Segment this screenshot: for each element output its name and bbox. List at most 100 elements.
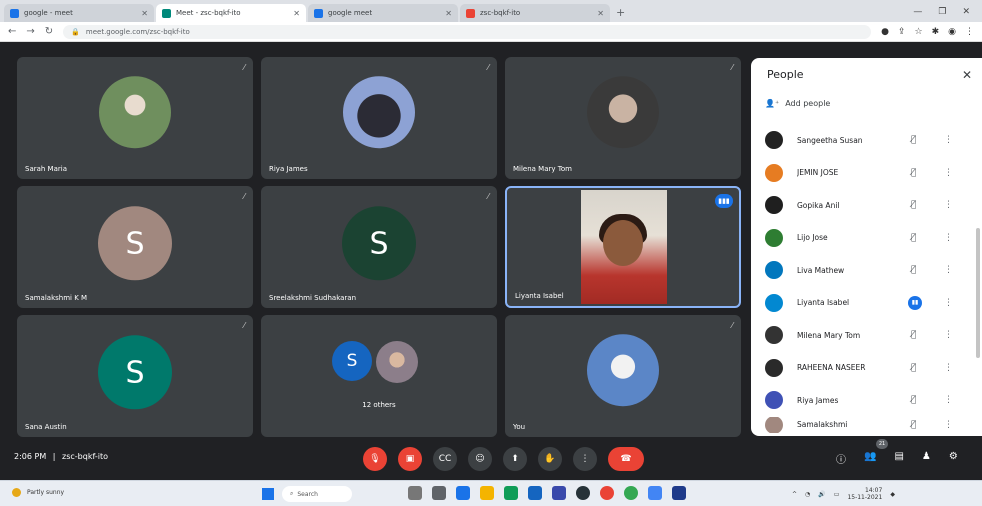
close-panel-icon[interactable]: ✕ bbox=[962, 68, 972, 82]
activities-icon[interactable]: ♟ bbox=[922, 451, 931, 466]
participant-name: You bbox=[513, 423, 526, 431]
browser-tab-active[interactable]: Meet - zsc-bqkf-ito ✕ bbox=[156, 4, 306, 22]
list-item[interactable]: Liyanta Isabel ▮▮ ⋮ bbox=[751, 287, 982, 320]
list-item[interactable]: Samalakshmi 🎙̸ ⋮ bbox=[751, 416, 982, 433]
mic-off-button[interactable]: 🎙 bbox=[363, 447, 387, 471]
more-options-icon[interactable]: ⋮ bbox=[944, 330, 953, 340]
participant-tile[interactable]: ⁄ S Sreelakshmi Sudhakaran bbox=[261, 186, 497, 308]
chat-app-icon[interactable] bbox=[456, 486, 470, 500]
mail-icon[interactable] bbox=[552, 486, 566, 500]
clock-time: 14:07 bbox=[865, 487, 883, 494]
panel-scrollbar[interactable] bbox=[976, 228, 980, 358]
participant-tile[interactable]: ⁄ Riya James bbox=[261, 57, 497, 179]
share-icon[interactable]: ⇪ bbox=[898, 27, 906, 37]
list-item[interactable]: Lijo Jose 🎙̸ ⋮ bbox=[751, 222, 982, 255]
end-call-button[interactable]: ☎ bbox=[608, 447, 644, 471]
avatar bbox=[99, 76, 171, 149]
emoji-button[interactable]: ☺ bbox=[468, 447, 492, 471]
more-options-icon[interactable]: ⋮ bbox=[944, 395, 953, 405]
list-item[interactable]: JEMIN JOSE 🎙̸ ⋮ bbox=[751, 157, 982, 190]
avatar: S bbox=[98, 335, 172, 410]
close-tab-icon[interactable]: ✕ bbox=[141, 9, 148, 18]
task-view-icon[interactable] bbox=[408, 486, 422, 500]
more-options-icon[interactable]: ⋮ bbox=[944, 265, 953, 275]
extension-icon[interactable]: ✱ bbox=[932, 27, 940, 37]
close-window-icon[interactable]: ✕ bbox=[962, 7, 970, 17]
person-name: Sangeetha Susan bbox=[797, 135, 863, 145]
more-options-icon[interactable]: ⋮ bbox=[944, 200, 953, 210]
muted-mic-icon: ⁄ bbox=[243, 63, 245, 72]
list-item[interactable]: Liva Mathew 🎙̸ ⋮ bbox=[751, 254, 982, 287]
present-button[interactable]: ⬆ bbox=[503, 447, 527, 471]
people-icon[interactable]: 👥 bbox=[864, 451, 876, 466]
participant-video bbox=[581, 190, 667, 304]
clock[interactable]: 14:07 15-11-2021 bbox=[847, 487, 882, 501]
weather-widget[interactable]: Partly sunny bbox=[12, 488, 64, 497]
star-icon[interactable]: ☆ bbox=[915, 27, 923, 37]
back-icon[interactable]: ← bbox=[8, 26, 16, 37]
url-field[interactable]: 🔒 meet.google.com/zsc-bqkf-ito bbox=[63, 24, 872, 39]
captions-button[interactable]: CC bbox=[433, 447, 457, 471]
list-item[interactable]: Sangeetha Susan 🎙̸ ⋮ bbox=[751, 124, 982, 157]
more-options-icon[interactable]: ⋮ bbox=[944, 135, 953, 145]
taskbar-search[interactable]: ⌕ Search bbox=[282, 486, 352, 502]
list-item[interactable]: RAHEENA NASEER 🎙̸ ⋮ bbox=[751, 352, 982, 385]
profile-icon[interactable]: ◉ bbox=[948, 27, 956, 37]
close-tab-icon[interactable]: ✕ bbox=[293, 9, 300, 18]
panel-title: People bbox=[767, 68, 804, 81]
add-people-button[interactable]: 👤⁺ Add people bbox=[765, 99, 830, 108]
list-item[interactable]: Gopika Anil 🎙̸ ⋮ bbox=[751, 189, 982, 222]
more-options-button[interactable]: ⋮ bbox=[573, 447, 597, 471]
widgets-icon[interactable] bbox=[432, 486, 446, 500]
battery-icon[interactable]: ▭ bbox=[834, 491, 840, 498]
menu-icon[interactable]: ⋮ bbox=[965, 27, 974, 37]
browser-tab[interactable]: google meet ✕ bbox=[308, 4, 458, 22]
app-icon[interactable] bbox=[648, 486, 662, 500]
more-options-icon[interactable]: ⋮ bbox=[944, 363, 953, 373]
more-options-icon[interactable]: ⋮ bbox=[944, 298, 953, 308]
raise-hand-button[interactable]: ✋ bbox=[538, 447, 562, 471]
add-person-icon: 👤⁺ bbox=[765, 99, 780, 108]
browser-tab[interactable]: google - meet ✕ bbox=[4, 4, 154, 22]
more-options-icon[interactable]: ⋮ bbox=[944, 168, 953, 178]
more-options-icon[interactable]: ⋮ bbox=[944, 233, 953, 243]
maximize-icon[interactable]: ❐ bbox=[938, 7, 946, 17]
muted-mic-icon: 🎙̸ bbox=[911, 419, 917, 430]
list-item[interactable]: Riya James 🎙̸ ⋮ bbox=[751, 384, 982, 417]
notification-icon[interactable]: ◆ bbox=[890, 491, 895, 498]
volume-icon[interactable]: 🔊 bbox=[818, 491, 825, 498]
app-icon[interactable] bbox=[576, 486, 590, 500]
chat-icon[interactable]: ▤ bbox=[894, 451, 903, 466]
browser-tab[interactable]: zsc-bqkf-ito ✕ bbox=[460, 4, 610, 22]
more-options-icon[interactable]: ⋮ bbox=[944, 420, 953, 430]
list-item[interactable]: Milena Mary Tom 🎙̸ ⋮ bbox=[751, 319, 982, 352]
app-icon[interactable] bbox=[672, 486, 686, 500]
reload-icon[interactable]: ↻ bbox=[45, 26, 53, 37]
host-controls-icon[interactable]: ⚙ bbox=[949, 451, 958, 466]
others-tile[interactable]: S 12 others bbox=[261, 315, 497, 437]
chrome-icon[interactable] bbox=[624, 486, 638, 500]
new-tab-icon[interactable]: + bbox=[616, 6, 625, 19]
participant-tile[interactable]: ⁄ S Samalakshmi K M bbox=[17, 186, 253, 308]
self-tile[interactable]: ⁄ You bbox=[505, 315, 741, 437]
tray-arrow-icon[interactable]: ^ bbox=[792, 491, 797, 498]
participant-tile[interactable]: ⁄ S Sana Austin bbox=[17, 315, 253, 437]
tab-label: google meet bbox=[328, 9, 373, 17]
close-tab-icon[interactable]: ✕ bbox=[445, 9, 452, 18]
participant-tile[interactable]: ⁄ Sarah Maria bbox=[17, 57, 253, 179]
info-icon[interactable]: ⓘ bbox=[836, 451, 846, 466]
minimize-icon[interactable]: — bbox=[913, 7, 922, 17]
close-tab-icon[interactable]: ✕ bbox=[597, 9, 604, 18]
avatar bbox=[765, 196, 783, 215]
camera-off-button[interactable]: ▣ bbox=[398, 447, 422, 471]
participant-tile[interactable]: ⁄ Milena Mary Tom bbox=[505, 57, 741, 179]
file-explorer-icon[interactable] bbox=[480, 486, 494, 500]
forward-icon[interactable]: → bbox=[26, 26, 34, 37]
start-icon[interactable] bbox=[262, 488, 274, 500]
participant-tile-speaking[interactable]: ▮▮▮ Liyanta Isabel bbox=[505, 186, 741, 308]
edge-icon[interactable] bbox=[504, 486, 518, 500]
opera-icon[interactable] bbox=[600, 486, 614, 500]
network-icon[interactable]: ◔ bbox=[805, 491, 810, 498]
camera-icon[interactable]: ● bbox=[881, 27, 889, 37]
store-icon[interactable] bbox=[528, 486, 542, 500]
